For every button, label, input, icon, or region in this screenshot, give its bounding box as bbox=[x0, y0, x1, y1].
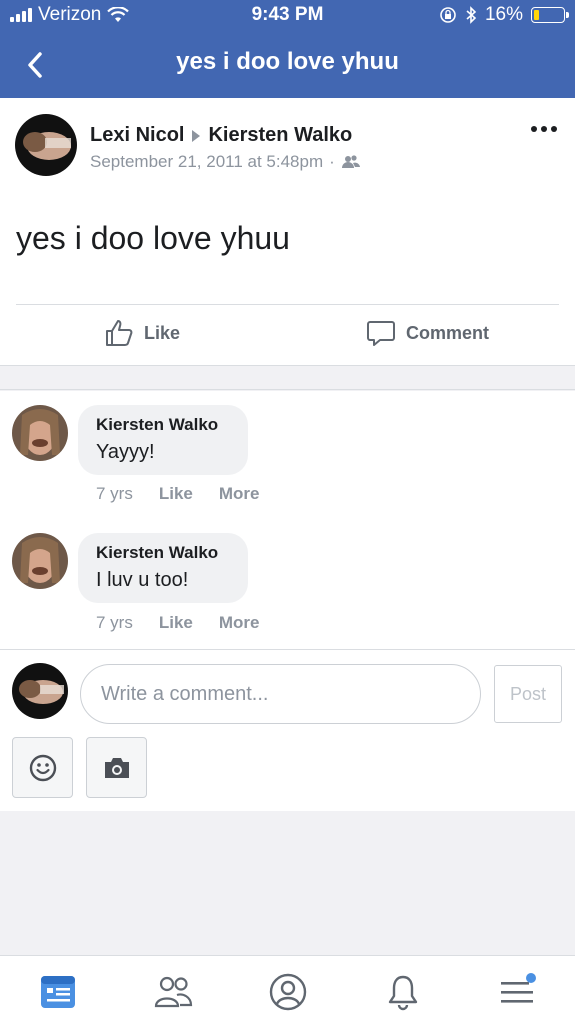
author-name[interactable]: Lexi Nicol bbox=[90, 124, 184, 147]
more-options-icon[interactable] bbox=[531, 126, 557, 132]
my-avatar bbox=[12, 663, 68, 719]
comment-button[interactable]: Comment bbox=[366, 318, 489, 348]
arrow-right-icon bbox=[192, 129, 201, 142]
post-button-label: Post bbox=[509, 683, 547, 704]
smiley-icon bbox=[29, 754, 56, 781]
comment-bubble[interactable]: Kiersten Walko Yayyy! bbox=[78, 405, 248, 475]
comment-more-button[interactable]: More bbox=[219, 484, 260, 504]
comment-more-button[interactable]: More bbox=[219, 613, 260, 633]
post-timestamp[interactable]: September 21, 2011 at 5:48pm bbox=[90, 152, 323, 172]
author-avatar[interactable] bbox=[15, 114, 77, 176]
post-header: Lexi Nicol Kiersten Walko bbox=[90, 124, 352, 147]
comment-icon bbox=[367, 321, 395, 346]
comment-like-button[interactable]: Like bbox=[159, 484, 193, 504]
orientation-lock-icon bbox=[440, 7, 456, 23]
post-card: Lexi Nicol Kiersten Walko September 21, … bbox=[0, 98, 575, 365]
menu-icon bbox=[501, 973, 536, 1003]
comment-input-placeholder: Write a comment... bbox=[101, 683, 269, 705]
comment-age: 7 yrs bbox=[96, 484, 133, 503]
divider bbox=[16, 304, 559, 305]
comment-bubble[interactable]: Kiersten Walko I luv u too! bbox=[78, 533, 248, 603]
comment-like-button[interactable]: Like bbox=[159, 613, 193, 633]
meta-separator: · bbox=[329, 152, 335, 171]
tab-menu[interactable] bbox=[495, 970, 539, 1014]
camera-icon bbox=[104, 757, 129, 778]
recipient-name[interactable]: Kiersten Walko bbox=[208, 124, 352, 147]
battery-percent: 16% bbox=[484, 4, 523, 25]
thumbs-up-icon bbox=[106, 320, 133, 346]
commenter-name[interactable]: Kiersten Walko bbox=[96, 543, 230, 563]
comment-text: I luv u too! bbox=[96, 569, 189, 591]
like-label: Like bbox=[144, 322, 181, 343]
comment-label: Comment bbox=[406, 322, 490, 343]
post-text: yes i doo love yhuu bbox=[16, 220, 290, 256]
comment-age: 7 yrs bbox=[96, 613, 133, 632]
notifications-icon bbox=[388, 975, 418, 1011]
comment-actions: 7 yrs Like More bbox=[96, 613, 260, 633]
comment-actions: 7 yrs Like More bbox=[96, 484, 260, 504]
divider bbox=[0, 649, 575, 650]
news-feed-icon bbox=[41, 976, 75, 1008]
battery-icon bbox=[531, 7, 569, 23]
comment-input[interactable]: Write a comment... bbox=[80, 664, 481, 724]
tab-notifications[interactable] bbox=[381, 970, 425, 1014]
page-title: yes i doo love yhuu bbox=[176, 48, 399, 75]
tab-news-feed[interactable] bbox=[36, 970, 80, 1014]
top-bar: Verizon 9:43 PM 16% yes i doo love yhuu bbox=[0, 0, 575, 98]
post-comment-button[interactable]: Post bbox=[494, 665, 562, 723]
menu-badge bbox=[526, 973, 536, 983]
commenter-name[interactable]: Kiersten Walko bbox=[96, 415, 230, 435]
commenter-avatar[interactable] bbox=[12, 533, 68, 589]
comment-text: Yayyy! bbox=[96, 441, 155, 463]
profile-icon bbox=[269, 973, 307, 1011]
section-separator bbox=[0, 365, 575, 390]
commenter-avatar[interactable] bbox=[12, 405, 68, 461]
friends-icon bbox=[154, 976, 193, 1008]
bluetooth-icon bbox=[466, 6, 477, 24]
post-meta: September 21, 2011 at 5:48pm · bbox=[90, 152, 361, 172]
photo-button[interactable] bbox=[86, 737, 147, 798]
tab-bar bbox=[0, 955, 575, 1024]
tab-friends[interactable] bbox=[151, 970, 195, 1014]
sticker-button[interactable] bbox=[12, 737, 73, 798]
friends-audience-icon bbox=[341, 155, 360, 168]
status-bar: Verizon 9:43 PM 16% bbox=[0, 0, 575, 32]
comments-section: Kiersten Walko Yayyy! 7 yrs Like More Ki… bbox=[0, 391, 575, 811]
like-button[interactable]: Like bbox=[104, 318, 180, 348]
tab-profile[interactable] bbox=[266, 970, 310, 1014]
